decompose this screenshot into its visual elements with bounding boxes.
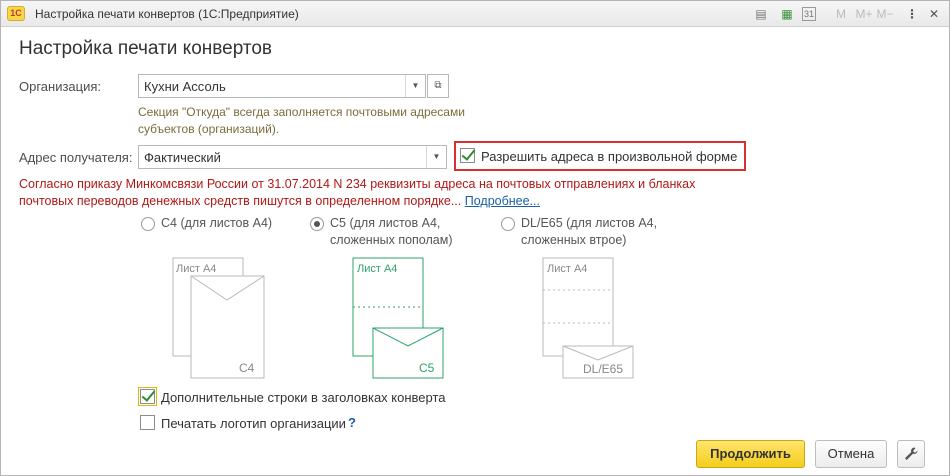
open-icon[interactable]: ⧉ (427, 74, 449, 98)
c5-env-text: C5 (419, 361, 435, 375)
extra-lines-label: Дополнительные строки в заголовках конве… (161, 390, 446, 405)
recipient-address-field[interactable]: Фактический ▼ (138, 145, 447, 169)
cancel-button[interactable]: Отмена (815, 440, 887, 468)
radio-c5[interactable] (310, 217, 324, 231)
radio-c5-line1: C5 (для листов А4, (330, 216, 441, 230)
title-bar: 1С Настройка печати конвертов (1С:Предпр… (1, 1, 949, 27)
radio-c5-label: C5 (для листов А4, сложенных пополам) (330, 215, 453, 249)
radio-dl[interactable] (501, 217, 515, 231)
dl-env-text: DL/E65 (583, 362, 623, 376)
c5-envelope-illustration[interactable]: Лист А4 C5 (351, 256, 451, 381)
dl-envelope-illustration[interactable]: Лист А4 DL/E65 (541, 256, 641, 381)
print-logo-label: Печатать логотип организации (161, 416, 346, 431)
more-details-link[interactable]: Подробнее... (465, 194, 540, 208)
organization-field[interactable]: Кухни Ассоль ▼ (138, 74, 426, 98)
dialog-window: 1С Настройка печати конвертов (1С:Предпр… (0, 0, 950, 476)
chevron-down-icon[interactable]: ▼ (405, 75, 425, 97)
c4-envelope-illustration[interactable]: Лист А4 C4 (171, 256, 271, 381)
radio-c4[interactable] (141, 217, 155, 231)
radio-dl-line1: DL/E65 (для листов А4, (521, 216, 658, 230)
radio-dl-line2: сложенных втрое) (521, 233, 627, 247)
continue-button[interactable]: Продолжить (696, 440, 805, 468)
wrench-icon (905, 447, 918, 460)
radio-c5-line2: сложенных пополам) (330, 233, 453, 247)
m-minus-icon[interactable]: M− (875, 6, 895, 22)
radio-dl-label: DL/E65 (для листов А4, сложенных втрое) (521, 215, 657, 249)
table-icon[interactable]: ▦ (779, 6, 795, 22)
window-title: Настройка печати конвертов (1С:Предприят… (35, 7, 299, 21)
page-title: Настройка печати конвертов (19, 38, 273, 59)
hint-line-2: субъектов (организаций). (138, 122, 280, 136)
app-logo-icon: 1С (7, 6, 25, 21)
radio-c4-label: C4 (для листов А4) (161, 216, 273, 230)
close-icon[interactable]: ✕ (926, 6, 942, 22)
m-plus-icon[interactable]: M+ (854, 6, 874, 22)
extra-lines-checkbox[interactable] (138, 387, 157, 406)
chevron-down-icon[interactable]: ▼ (426, 146, 446, 168)
print-logo-checkbox[interactable] (140, 415, 155, 430)
warning-line-1: Согласно приказу Минкомсвязи России от 3… (19, 177, 696, 191)
c4-sheet-text: Лист А4 (176, 263, 216, 275)
c4-env-text: C4 (239, 361, 255, 375)
allow-free-form-checkbox[interactable] (460, 148, 475, 163)
hint-line-1: Секция "Откуда" всегда заполняется почто… (138, 105, 465, 119)
more-icon[interactable]: ⋮ (904, 6, 920, 22)
warning-line-2-text: почтовых переводов денежных средств пишу… (19, 194, 462, 208)
warning-line-2: почтовых переводов денежных средств пишу… (19, 193, 540, 210)
allow-free-form-label: Разрешить адреса в произвольной форме (481, 149, 738, 164)
c5-sheet-text: Лист А4 (357, 263, 397, 275)
print-icon[interactable]: ▤ (753, 6, 769, 22)
recipient-address-label: Адрес получателя: (19, 150, 133, 165)
recipient-address-value: Фактический (144, 150, 221, 165)
organization-value: Кухни Ассоль (144, 79, 226, 94)
organization-label: Организация: (19, 79, 102, 94)
calendar-icon[interactable]: 31 (802, 7, 816, 21)
m-icon[interactable]: M (833, 6, 849, 22)
settings-button[interactable] (897, 440, 925, 468)
dl-sheet-text: Лист А4 (547, 263, 587, 275)
help-icon[interactable]: ? (348, 415, 356, 430)
